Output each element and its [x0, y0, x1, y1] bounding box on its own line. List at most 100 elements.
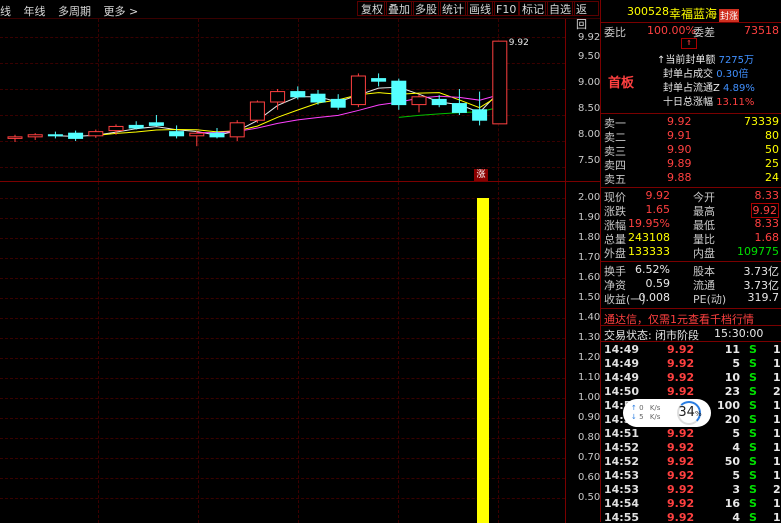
tick-side: S [749, 441, 757, 454]
volume-tick: 1.70 [578, 252, 601, 263]
back-button[interactable]: 返回 [572, 1, 599, 31]
sell-level-price: 9.89 [667, 157, 692, 170]
chart-toolbar: 线 年线 多周期 更多 > 复权 叠加 多股 统计 画线 F10 标记 自选 返… [0, 0, 600, 31]
mark-button[interactable]: 标记 [518, 1, 548, 16]
sell-level-row[interactable]: 卖一 9.92 73339 [601, 115, 781, 130]
sell-level-price: 9.90 [667, 143, 692, 156]
volume-tick: 0.80 [578, 432, 601, 443]
quote-stats: 现价 9.92 今开 8.33 涨跌 1.65 最高 9.92 涨幅 19.95% … [601, 188, 781, 260]
fundamental-value: 0.008 [638, 291, 671, 304]
sell-level-volume: 25 [765, 157, 779, 170]
multi-stock-button[interactable]: 多股 [411, 1, 441, 16]
fundamental-value: 319.7 [747, 291, 780, 304]
tick-volume: 23 [724, 385, 740, 398]
tick-price: 9.92 [667, 343, 695, 356]
sell-level-row[interactable]: 卖三 9.90 50 [601, 143, 781, 158]
tick-time: 14:51 [604, 427, 640, 440]
candle [108, 125, 124, 132]
seal-info-box: 首板 ↑当前封单额 7275万 封单占成交 0.30倍 封单占流通Z 4.89%… [602, 50, 781, 112]
sell-level-row[interactable]: 卖四 9.89 25 [601, 157, 781, 172]
candle [371, 78, 387, 82]
limit-up-badge: 涨 [474, 169, 488, 181]
volume-tick: 1.00 [578, 392, 601, 403]
seal-badge: 封涨 [719, 9, 740, 22]
tick-side: S [749, 399, 757, 412]
volume-chart-area[interactable]: 2.00 1.90 1.80 1.70 1.60 1.50 1.40 1.30 1.20 1.10… [0, 181, 600, 523]
f10-button[interactable]: F10 [492, 1, 521, 16]
period-item[interactable]: 多周期 [58, 5, 91, 18]
tick-price: 9.92 [667, 455, 695, 468]
tick-volume: 5 [732, 427, 740, 440]
candle [209, 132, 225, 138]
candle [391, 80, 407, 106]
tick-row: 14:55 9.92 4 S 1 [601, 511, 781, 522]
period-menu: 线 年线 多周期 更多 > [0, 3, 147, 19]
candle [492, 40, 508, 125]
tick-price: 9.92 [667, 497, 695, 510]
fuquan-button[interactable]: 复权 [357, 1, 387, 16]
sell-level-row[interactable]: 卖五 9.88 24 [601, 171, 781, 186]
tick-row: 14:50 9.92 23 S 2 [601, 385, 781, 399]
price-tick: 8.00 [578, 129, 601, 140]
tick-count: 1 [773, 357, 781, 370]
tick-row: 14:49 9.92 11 S 1 [601, 343, 781, 357]
tick-count: 1 [773, 511, 781, 522]
price-tick: 9.92 [578, 32, 601, 43]
candle [88, 131, 104, 137]
collapse-icon[interactable]: ⇑ [681, 38, 697, 49]
quote-value: 243108 [628, 231, 670, 244]
period-item-more[interactable]: 更多 > [104, 5, 139, 18]
tick-time: 14:49 [604, 343, 640, 356]
quote-label: 内盘 [693, 247, 715, 260]
period-item[interactable]: 年线 [24, 5, 46, 18]
tick-count: 1 [773, 343, 781, 356]
stats-button[interactable]: 统计 [438, 1, 468, 16]
seal-item: ↑当前封单额 7275万 [657, 55, 755, 66]
period-item[interactable]: 线 [0, 5, 11, 18]
fundamental-value: 0.59 [645, 277, 671, 290]
fundamental-row: 换手 6.52% 股本 3.73亿 [601, 263, 781, 278]
candle [128, 124, 144, 129]
promo-link[interactable]: 通达信，仅需1元查看千档行情 [601, 311, 781, 326]
net-percent: 34 [678, 405, 695, 420]
quote-label: 外盘 [604, 247, 626, 260]
tick-time: 14:53 [604, 469, 640, 482]
network-speed-widget[interactable]: ↑ 0 K/s ↓ 5 K/s 34% [623, 399, 711, 427]
volume-tick: 1.80 [578, 232, 601, 243]
tick-volume: 16 [724, 497, 740, 510]
volume-tick: 1.30 [578, 332, 601, 343]
candle [68, 132, 84, 139]
tick-time: 14:49 [604, 357, 640, 370]
download-icon: ↓ [631, 413, 637, 421]
tick-row: 14:51 9.92 5 S 1 [601, 427, 781, 441]
sell-level-price: 9.91 [667, 129, 692, 142]
tick-count: 1 [773, 455, 781, 468]
sell-order-book: 卖一 9.92 73339 卖二 9.91 80 卖三 9.90 50 卖四 9.89… [601, 114, 781, 186]
tick-price: 9.92 [667, 511, 695, 522]
tick-side: S [749, 371, 757, 384]
volume-tick: 1.10 [578, 372, 601, 383]
volume-tick: 0.50 [578, 492, 601, 503]
tick-price: 9.92 [667, 441, 695, 454]
quote-value: 1.68 [754, 231, 780, 244]
quote-value: 9.92 [645, 189, 671, 202]
candle [431, 98, 447, 106]
tick-list[interactable]: 14:49 9.92 11 S 1 14:49 9.92 5 S 1 14:49 9… [601, 342, 781, 522]
volume-tick: 1.40 [578, 312, 601, 323]
tick-volume: 50 [724, 455, 740, 468]
sell-level-row[interactable]: 卖二 9.91 80 [601, 129, 781, 144]
fundamental-row: 净资 0.59 流通 3.73亿 [601, 277, 781, 292]
draw-line-button[interactable]: 画线 [465, 1, 495, 16]
candle [27, 134, 43, 138]
tick-volume: 11 [724, 343, 740, 356]
seal-item: 十日总涨幅 13.11% [663, 97, 755, 108]
tick-row: 14:53 9.92 3 S 2 [601, 483, 781, 497]
watchlist-button[interactable]: 自选 [545, 1, 575, 16]
quote-value: 19.95% [628, 217, 670, 230]
tick-price: 9.92 [667, 357, 695, 370]
price-chart-area[interactable]: 9.92 9.92 9.50 9.00 8.50 8.00 7.50 涨 [0, 19, 600, 181]
overlay-button[interactable]: 叠加 [384, 1, 414, 16]
sell-level-volume: 73339 [744, 115, 779, 128]
volume-tick: 1.90 [578, 212, 601, 223]
tick-time: 14:55 [604, 511, 640, 522]
